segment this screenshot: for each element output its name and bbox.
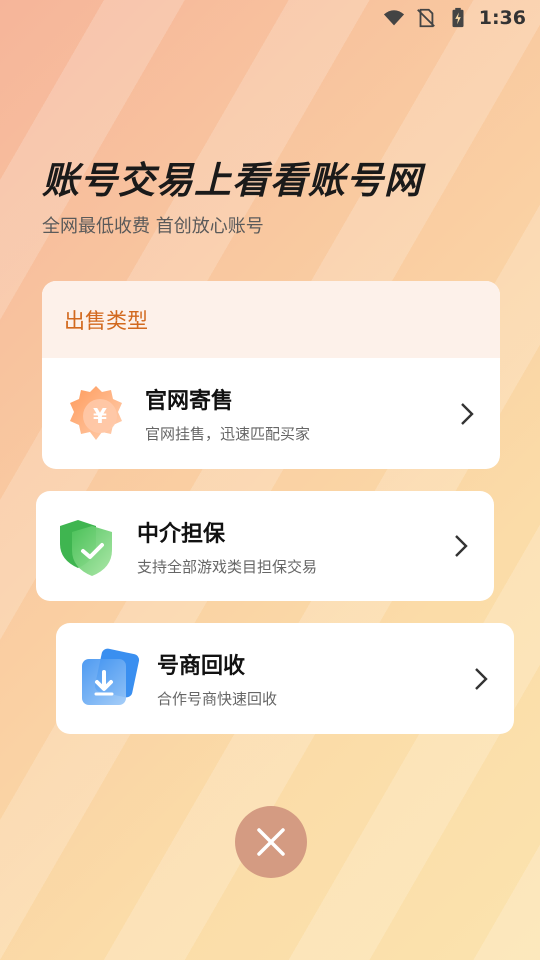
- no-sim-icon: [416, 8, 435, 28]
- download-box-icon: [82, 648, 140, 705]
- option-official-consignment[interactable]: ¥ 官网寄售 官网挂售，迅速匹配买家: [42, 358, 500, 469]
- status-bar: 1:36: [0, 0, 540, 36]
- wifi-icon: [383, 10, 404, 26]
- option-title: 号商回收: [157, 654, 246, 679]
- option-escrow[interactable]: 中介担保 支持全部游戏类目担保交易: [36, 491, 494, 601]
- chevron-right-icon: [461, 402, 474, 425]
- option-desc: 支持全部游戏类目担保交易: [137, 557, 318, 576]
- battery-charging-icon: [452, 7, 464, 28]
- section-title: 出售类型: [42, 281, 500, 358]
- close-icon: [257, 828, 285, 856]
- option-title: 中介担保: [137, 521, 226, 547]
- chevron-right-icon: [455, 535, 468, 557]
- chevron-right-icon: [475, 667, 488, 690]
- yuan-badge-icon: ¥: [70, 385, 122, 440]
- option-dealer-buyback[interactable]: 号商回收 合作号商快速回收: [56, 623, 514, 734]
- svg-text:¥: ¥: [93, 404, 107, 428]
- option-desc: 合作号商快速回收: [157, 690, 278, 708]
- shield-check-icon: [60, 520, 112, 576]
- option-desc: 官网挂售，迅速匹配买家: [145, 425, 311, 443]
- page-title: 账号交易上看看账号网: [42, 159, 422, 202]
- sale-type-card: 出售类型 ¥ 官网寄售 官网挂售，迅速匹配买家: [42, 281, 500, 469]
- page-subtitle: 全网最低收费 首创放心账号: [42, 216, 264, 237]
- option-title: 官网寄售: [145, 389, 234, 414]
- status-time: 1:36: [478, 7, 526, 29]
- close-button[interactable]: [235, 806, 307, 878]
